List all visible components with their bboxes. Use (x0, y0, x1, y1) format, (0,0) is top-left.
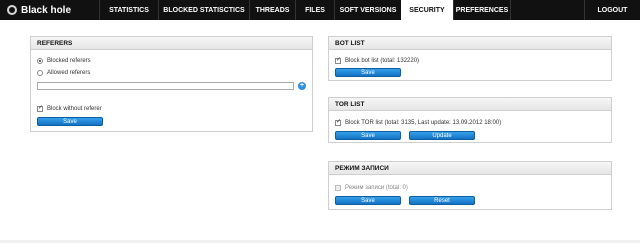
top-nav-bar: Black hole STATISTICS BLOCKED STATISCTIC… (0, 0, 640, 20)
nav-separator (510, 0, 511, 20)
block-bot-list-label: Block bot list (total: 132220) (345, 58, 420, 64)
referer-input[interactable] (37, 82, 294, 90)
nav-tab-preferences[interactable]: PREFERENCES (454, 0, 510, 20)
record-mode-title: РЕЖИМ ЗАПИСИ (329, 162, 611, 175)
referers-title: REFERERS (31, 37, 312, 50)
radio-button[interactable] (37, 58, 43, 64)
brand[interactable]: Black hole (0, 0, 99, 20)
checkbox[interactable] (335, 120, 341, 126)
checkbox[interactable] (335, 185, 341, 191)
bot-list-save-button[interactable]: Save (335, 68, 401, 77)
logout-button[interactable]: LOGOUT (584, 0, 640, 20)
checkbox[interactable] (37, 106, 43, 112)
block-tor-list-option[interactable]: Block TOR list (total: 3135, Last update… (335, 120, 501, 126)
blocked-referers-label: Blocked referers (47, 58, 91, 64)
nav-tab-files[interactable]: FILES (296, 0, 334, 20)
record-mode-save-button[interactable]: Save (335, 196, 401, 205)
blocked-referers-option[interactable]: Blocked referers (37, 58, 91, 64)
record-mode-reset-button[interactable]: Reset (409, 196, 475, 205)
referers-save-button[interactable]: Save (37, 117, 103, 126)
block-bot-list-option[interactable]: Block bot list (total: 132220) (335, 58, 419, 64)
nav-tab-statistics[interactable]: STATISTICS (100, 0, 158, 20)
bot-list-panel: BOT LIST Block bot list (total: 132220) … (328, 36, 612, 81)
circle-logo-icon (7, 5, 17, 15)
referers-panel: REFERERS Blocked referers Allowed refere… (30, 36, 313, 132)
tor-list-title: TOR LIST (329, 98, 611, 111)
plus-icon[interactable]: + (298, 82, 306, 90)
block-without-referer-label: Block without referer (47, 106, 102, 112)
bot-list-title: BOT LIST (329, 37, 611, 50)
nav-tab-security[interactable]: SECURITY (401, 0, 453, 20)
record-mode-option[interactable]: Режим записи (total: 0) (335, 185, 408, 191)
brand-name: Black hole (21, 4, 72, 16)
tor-list-update-button[interactable]: Update (409, 131, 475, 140)
tor-list-save-button[interactable]: Save (335, 131, 401, 140)
tor-list-panel: TOR LIST Block TOR list (total: 3135, La… (328, 97, 612, 143)
block-tor-list-label: Block TOR list (total: 3135, Last update… (345, 120, 502, 126)
allowed-referers-option[interactable]: Allowed referers (37, 70, 90, 76)
block-without-referer-option[interactable]: Block without referer (37, 106, 102, 112)
nav-tab-soft-versions[interactable]: SOFT VERSIONS (335, 0, 401, 20)
allowed-referers-label: Allowed referers (47, 70, 91, 76)
record-mode-panel: РЕЖИМ ЗАПИСИ Режим записи (total: 0) Sav… (328, 161, 612, 210)
nav-tab-threads[interactable]: THREADS (250, 0, 295, 20)
checkbox[interactable] (335, 58, 341, 64)
radio-button[interactable] (37, 70, 43, 76)
nav-tab-blocked-statistics[interactable]: BLOCKED STATISCTICS (159, 0, 249, 20)
record-mode-label: Режим записи (total: 0) (345, 185, 408, 191)
